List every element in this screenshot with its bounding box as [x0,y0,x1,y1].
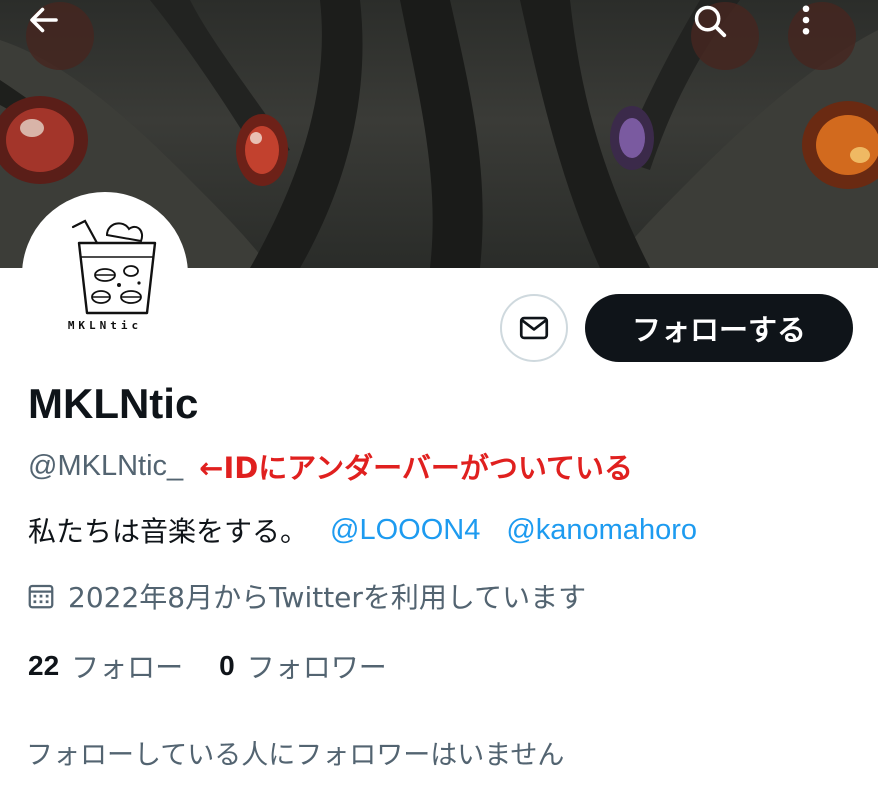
message-button[interactable] [500,294,568,362]
followers-label: フォロワー [246,651,387,684]
avatar-logo-text: MKLNtic [67,319,143,332]
annotation-text: ←IDにアンダーバーがついている [199,451,633,485]
mention-link[interactable]: @LOOON4 [330,514,480,547]
joined-text: 2022年8月からTwitterを利用しています [68,581,587,614]
bio: 私たちは音楽をする。 @LOOON4 @kanomahoro [28,508,697,552]
following-link[interactable]: 22 フォロー [28,646,183,686]
followers-link[interactable]: 0 フォロワー [219,646,387,686]
bio-text: 私たちは音楽をする。 [28,515,309,548]
more-button[interactable] [788,2,856,70]
more-vertical-icon [802,5,810,35]
handle: @MKLNtic_ [28,449,184,482]
followers-count: 0 [219,650,235,681]
envelope-icon [519,316,549,340]
arrow-left-icon [30,7,58,33]
following-label: フォロー [71,651,184,684]
following-count: 22 [28,650,60,681]
search-icon [694,5,727,38]
profile-avatar[interactable]: MKLNtic [22,192,188,358]
no-known-followers-text: フォローしている人にフォロワーはいません [26,739,565,771]
follow-stats: 22 フォロー 0 フォロワー [28,644,387,688]
handle-row: @MKLNtic_ ←IDにアンダーバーがついている [28,444,633,488]
follow-button[interactable]: フォローする [585,294,853,362]
mention-link[interactable]: @kanomahoro [506,514,697,547]
joined-date: 2022年8月からTwitterを利用しています [26,574,586,618]
back-button[interactable] [26,2,94,70]
search-button[interactable] [691,2,759,70]
calendar-icon [28,584,54,609]
display-name: MKLNtic [28,380,199,427]
